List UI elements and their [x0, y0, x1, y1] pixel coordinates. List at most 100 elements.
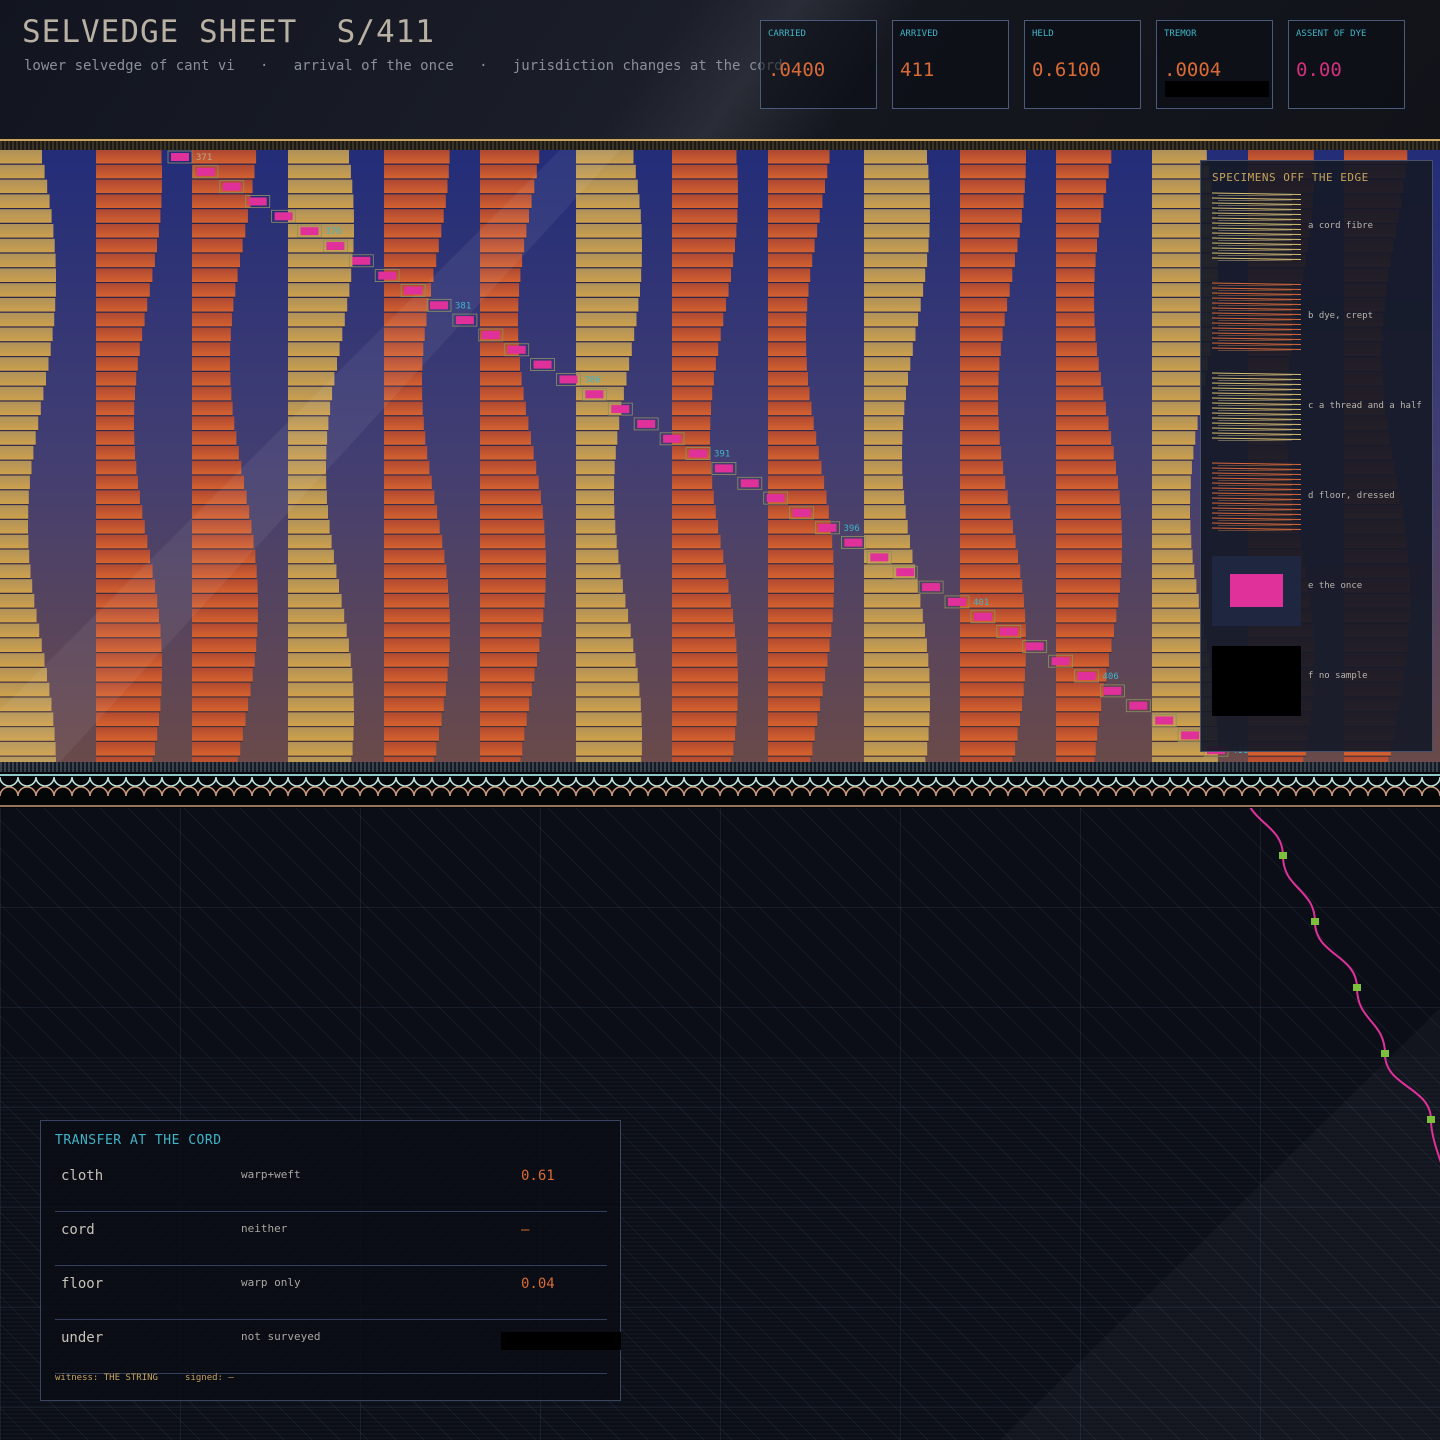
trace-node — [1279, 852, 1287, 859]
stat-label: ASSENT OF DYE — [1296, 29, 1367, 39]
cord-lower-scallops — [0, 786, 1440, 797]
header: SELVEDGE SHEET S/411 lower selvedge of c… — [0, 0, 1440, 140]
transfer-panel: TRANSFER AT THE CORD cloth warp+weft 0.6… — [40, 1120, 621, 1401]
stat-label: TREMOR — [1164, 29, 1197, 39]
transfer-row: under not surveyed — [55, 1319, 621, 1374]
specimen-label: e the once — [1308, 581, 1363, 591]
marker — [585, 390, 604, 399]
stat-value: .0400 — [768, 59, 826, 81]
cord-scallops — [0, 774, 1440, 807]
stat-value: 0.6100 — [1032, 59, 1101, 81]
swatch-dye-crept — [1212, 282, 1301, 351]
marker — [1077, 672, 1096, 680]
marker — [792, 508, 811, 517]
marker — [663, 434, 682, 443]
selvedge-strip-bottom — [0, 762, 1440, 772]
marker-label: 401 — [973, 598, 989, 608]
swatch-no-sample — [1212, 646, 1301, 716]
marker — [352, 256, 371, 265]
marker-label: 386 — [585, 375, 601, 385]
transfer-mode: not surveyed — [241, 1330, 321, 1343]
marker-label: 396 — [844, 524, 860, 534]
marker — [222, 182, 241, 191]
transfer-key: floor — [61, 1276, 104, 1292]
marker — [1155, 716, 1174, 725]
stat-arrived: ARRIVED 411 — [892, 20, 1009, 109]
cord-border — [0, 772, 1440, 808]
marker — [922, 583, 941, 592]
marker-label: 376 — [326, 227, 342, 237]
marker — [430, 301, 448, 310]
marker — [1103, 686, 1122, 695]
marker — [196, 167, 215, 176]
specimens-title: SPECIMENS OFF THE EDGE — [1212, 171, 1369, 184]
stat-value: .0004 — [1164, 59, 1222, 81]
specimen-label: a cord fibre — [1308, 221, 1374, 231]
transfer-mode: warp only — [241, 1276, 301, 1289]
marker — [1051, 657, 1070, 666]
marker — [870, 553, 889, 562]
marker — [533, 360, 552, 369]
marker — [637, 419, 656, 428]
marker — [300, 227, 319, 236]
cord-upper-scallops — [0, 776, 1440, 787]
marker — [948, 597, 966, 606]
marker-label: 406 — [1103, 672, 1119, 682]
transfer-value: — — [521, 1222, 530, 1238]
swatch-cord-fibre — [1212, 192, 1301, 261]
marker — [1025, 642, 1044, 651]
page-subtitle: lower selvedge of cant vi · arrival of t… — [24, 58, 783, 74]
transfer-key: under — [61, 1330, 104, 1346]
marker — [171, 153, 189, 161]
specimen-label: f no sample — [1308, 671, 1368, 681]
marker — [559, 375, 578, 384]
marker-label: 381 — [455, 301, 471, 311]
marker — [714, 464, 733, 473]
marker — [481, 331, 500, 339]
trace-node — [1427, 1116, 1435, 1123]
marker — [455, 316, 474, 325]
transfer-row: cord neither — — [55, 1211, 607, 1266]
specimen-label: b dye, crept — [1308, 311, 1374, 321]
marker-label: 371 — [196, 153, 212, 163]
transfer-key: cloth — [61, 1168, 104, 1184]
transfer-row: floor warp only 0.04 — [55, 1265, 607, 1320]
marker — [326, 242, 345, 250]
marker — [274, 212, 293, 221]
transfer-mode: warp+weft — [241, 1168, 301, 1181]
trace-node — [1353, 984, 1361, 991]
stat-held: HELD 0.6100 — [1024, 20, 1141, 109]
marker — [507, 345, 526, 354]
marker — [689, 449, 707, 458]
marker — [404, 286, 423, 295]
stat-value: 411 — [900, 59, 935, 81]
transfer-value: 0.61 — [521, 1168, 555, 1184]
marker — [818, 523, 837, 532]
glare-band — [1000, 1008, 1440, 1440]
stat-assent-of-dye: ASSENT OF DYE 0.00 — [1288, 20, 1405, 109]
redaction-bar — [1165, 81, 1269, 97]
stat-label: HELD — [1032, 29, 1054, 39]
swatch-thread-and-a-half — [1212, 372, 1301, 441]
marker — [844, 538, 863, 547]
specimen-label: d floor, dressed — [1308, 491, 1395, 501]
transfer-title: TRANSFER AT THE CORD — [55, 1133, 222, 1148]
swatch-floor-dressed — [1212, 462, 1301, 531]
specimen-label: c a thread and a half — [1308, 401, 1422, 411]
marker — [611, 405, 630, 414]
transfer-key: cord — [61, 1222, 95, 1238]
stat-label: CARRIED — [768, 29, 806, 39]
transfer-row: cloth warp+weft 0.61 — [55, 1157, 607, 1212]
marker — [896, 568, 915, 577]
transfer-mode: neither — [241, 1222, 288, 1235]
marker — [378, 271, 397, 280]
marker — [973, 612, 992, 621]
marker — [740, 479, 759, 488]
swatch-the-once — [1212, 556, 1301, 626]
marker — [766, 494, 785, 503]
marker — [1181, 731, 1200, 740]
marker-label: 391 — [714, 450, 730, 460]
transfer-value: 0.04 — [521, 1276, 555, 1292]
marker — [999, 627, 1018, 636]
redaction-bar — [501, 1332, 621, 1350]
